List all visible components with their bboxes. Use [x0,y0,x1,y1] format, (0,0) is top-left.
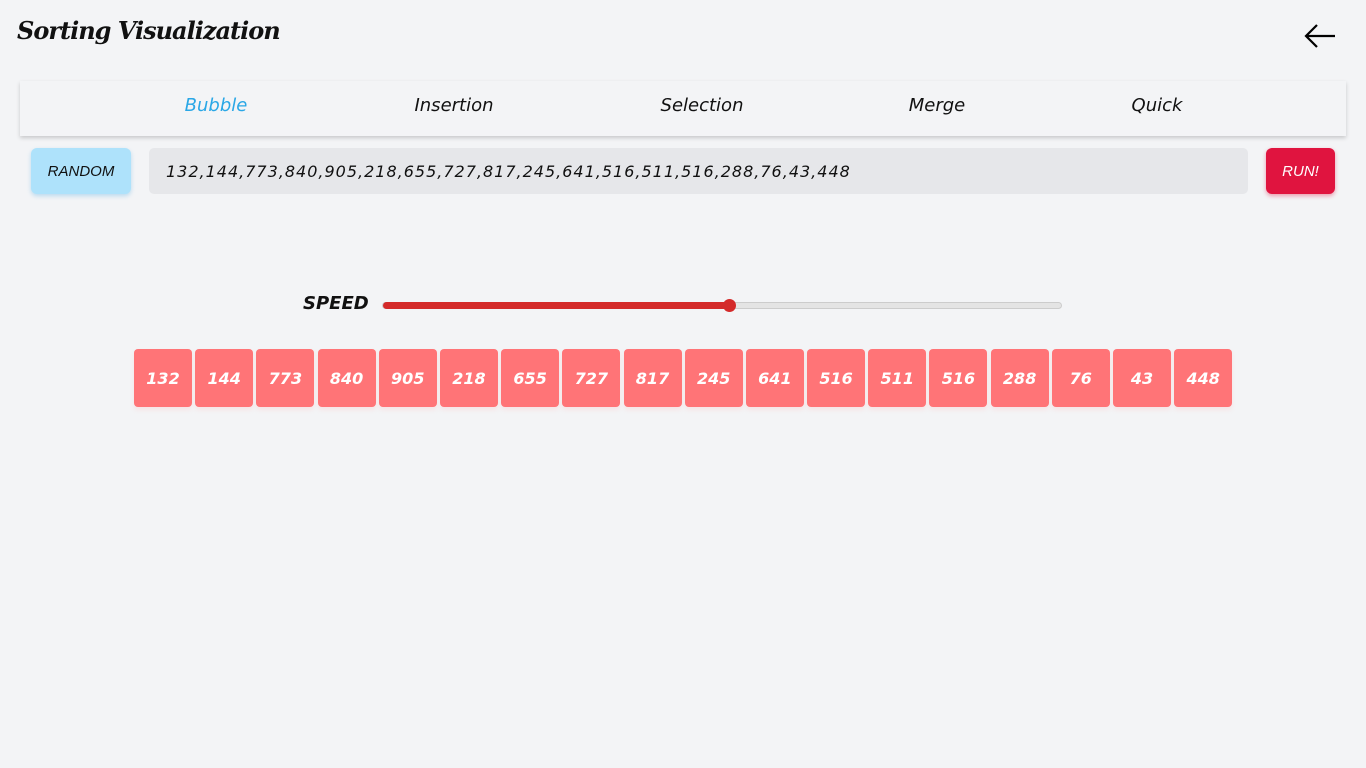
array-block: 727 [562,349,621,407]
array-block: 840 [317,349,376,407]
speed-slider[interactable] [382,299,1062,312]
algorithm-tabs: Bubble Insertion Selection Merge Quick [20,81,1346,136]
random-button[interactable]: RANDOM [31,148,131,194]
array-block: 76 [1051,349,1110,407]
array-input[interactable] [149,148,1248,194]
array-block: 245 [684,349,743,407]
array-block: 448 [1174,349,1233,407]
array-block: 144 [195,349,254,407]
tab-bubble[interactable]: Bubble [185,95,248,116]
arrow-left-icon[interactable] [1302,18,1338,54]
tab-merge[interactable]: Merge [909,95,966,116]
array-block: 511 [868,349,927,407]
array-block: 43 [1113,349,1171,407]
speed-slider-fill [383,302,729,309]
array-block: 773 [256,349,315,407]
run-button[interactable]: RUN! [1266,148,1335,194]
array-block: 655 [501,349,560,407]
array-block: 218 [439,349,498,407]
tab-insertion[interactable]: Insertion [414,95,493,116]
tab-quick[interactable]: Quick [1132,95,1183,116]
array-block: 132 [134,349,192,407]
array-block: 288 [990,349,1049,407]
speed-label: SPEED [303,293,369,314]
array-block: 516 [807,349,866,407]
array-blocks: 132 144 773 840 905 218 655 727 817 245 641 516 511 5… [134,349,1233,407]
speed-slider-thumb[interactable] [722,299,736,312]
app-title: Sorting Visualization [17,16,281,45]
tab-selection[interactable]: Selection [661,95,744,116]
array-block: 905 [378,349,437,407]
array-block: 641 [745,349,804,407]
array-block: 817 [623,349,682,407]
array-block: 516 [929,349,988,407]
